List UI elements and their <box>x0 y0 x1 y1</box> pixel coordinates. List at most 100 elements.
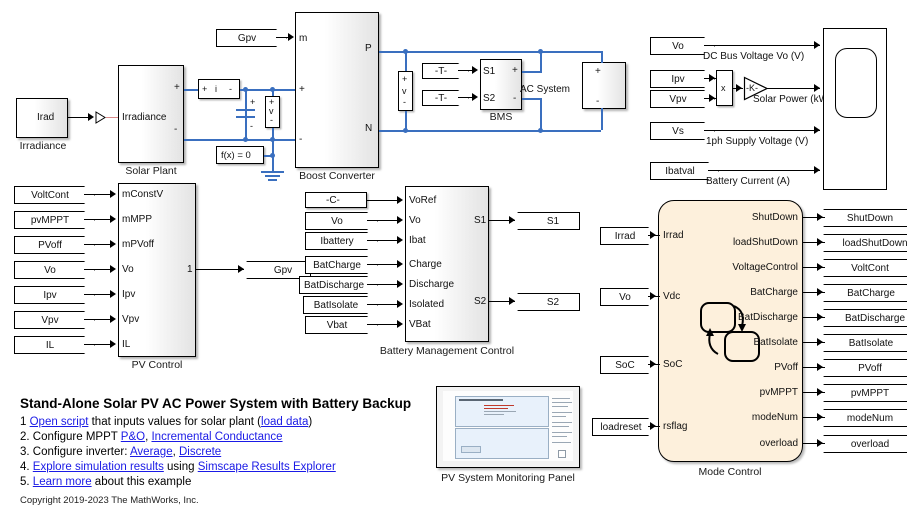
goto-tag-pvoff[interactable]: PVoff <box>823 359 907 377</box>
pv-control-port-ipv: Ipv <box>122 289 136 300</box>
boost-converter-plus-port: + <box>299 84 305 95</box>
arrow-vpv-prod <box>709 94 715 102</box>
from-tag-batcharge-bmc[interactable]: BatCharge <box>305 256 378 274</box>
annotation-step-4-link-simscape-results-explorer[interactable]: Simscape Results Explorer <box>198 461 336 473</box>
wire-batcharge-bmc <box>367 264 401 265</box>
bmc-out-port-s1: S1 <box>474 215 487 226</box>
annotation-step-3-link-discrete[interactable]: Discrete <box>179 446 221 458</box>
gain-block-label: -K- <box>746 83 758 93</box>
capacitor-plate-top[interactable] <box>236 109 255 112</box>
from-tag-il[interactable]: IL <box>14 336 95 354</box>
annotation-step-1: 1 Open script that inputs values for sol… <box>20 415 312 430</box>
scope-screen-icon <box>835 48 877 118</box>
ac-system-block[interactable] <box>582 62 626 109</box>
from-tag-vo-pvcontrol[interactable]: Vo <box>14 261 95 279</box>
arrow-ipv-prod <box>709 74 715 82</box>
from-tag-ipv-pvcontrol[interactable]: Ipv <box>14 286 95 304</box>
mode-port-irrad: Irrad <box>663 230 684 241</box>
from-tag-vbat[interactable]: Vbat <box>305 316 378 334</box>
wire-pvcontrol-out <box>196 269 244 270</box>
from-tag-bms-s2[interactable]: -T- <box>422 90 469 106</box>
arrow-loadreset-mode <box>650 422 656 430</box>
capacitor-plus-sign: + <box>250 97 256 107</box>
from-tag-gpv[interactable]: Gpv <box>216 29 287 47</box>
bmc-port-discharge: Discharge <box>409 279 455 290</box>
boost-converter-block[interactable] <box>295 12 379 168</box>
mode-port-soc: SoC <box>663 359 683 370</box>
goto-tag-modenum[interactable]: modeNum <box>823 409 907 427</box>
boost-converter-name: Boost Converter <box>299 170 375 182</box>
arrow-pvcontrol-out <box>238 265 244 273</box>
annotation-step-4-link-explore-results[interactable]: Explore simulation results <box>33 461 164 473</box>
capacitor-plate-bottom[interactable] <box>236 116 255 119</box>
wire-bms-minus-h <box>522 98 542 100</box>
goto-tag-voltcont[interactable]: VoltCont <box>823 259 907 277</box>
from-tag-ipv-monitor[interactable]: Ipv <box>650 70 715 88</box>
from-tag-vpv-pvcontrol[interactable]: Vpv <box>14 311 95 329</box>
annotation-step-5-link-learn-more[interactable]: Learn more <box>33 476 92 488</box>
irradiance-source-port-label: Irad <box>37 112 55 123</box>
from-tag-bms-s1[interactable]: -T- <box>422 63 469 79</box>
mode-out-port-shutdown: ShutDown <box>751 212 798 223</box>
annotation-step-1-number: 1 <box>20 416 27 428</box>
panel-thumb-line-1 <box>484 411 516 412</box>
ground-bar-3 <box>268 179 277 181</box>
goto-tag-s2[interactable]: S2 <box>517 293 580 311</box>
goto-tag-shutdown[interactable]: ShutDown <box>823 209 907 227</box>
boost-converter-n-port: N <box>365 123 373 134</box>
from-tag-voltcont[interactable]: VoltCont <box>14 186 95 204</box>
arrow-vo-monitor <box>814 41 820 49</box>
from-tag-ibattery[interactable]: Ibattery <box>305 232 378 250</box>
arrow-gain-scope <box>814 84 820 92</box>
from-tag-pvmppt[interactable]: pvMPPT <box>14 211 95 229</box>
annotation-step-2-link-po[interactable]: P&O <box>121 431 145 443</box>
annotation-step-2-text-a: Configure MPPT <box>32 431 121 443</box>
from-tag-pvoff[interactable]: PVoff <box>14 236 95 254</box>
panel-thumb-heading <box>459 399 503 401</box>
solar-plant-name: Solar Plant <box>125 165 177 177</box>
wire-plant-minus <box>184 139 295 141</box>
junction-bms-plus <box>538 49 543 54</box>
panel-thumb-side-3 <box>552 406 568 407</box>
from-tag-vpv-monitor[interactable]: Vpv <box>650 90 715 108</box>
boost-converter-minus-port: - <box>299 134 303 145</box>
from-tag-batdischarge-bmc[interactable]: BatDischarge <box>299 276 378 294</box>
goto-tag-overload[interactable]: overload <box>823 435 907 453</box>
goto-tag-loadshutdown[interactable]: loadShutDown <box>823 234 907 252</box>
annotation-step-1-link-load-data[interactable]: load data <box>261 416 308 428</box>
bms-minus-port: - <box>513 93 517 104</box>
panel-thumbnail-pane-bottom <box>455 428 549 459</box>
arrow-soc-mode <box>650 360 656 368</box>
arrow-bmc-s1-out <box>509 216 515 224</box>
wire-vo-monitor <box>704 45 820 46</box>
goto-tag-s1[interactable]: S1 <box>517 212 580 230</box>
ac-system-plus-port: + <box>595 66 601 77</box>
mode-out-port-batdischarge: BatDischarge <box>737 312 798 323</box>
goto-tag-batisolate[interactable]: BatIsolate <box>823 334 907 352</box>
goto-tag-batcharge[interactable]: BatCharge <box>823 284 907 302</box>
arrow-ipv-pvcontrol <box>110 290 116 298</box>
arrow-out-batcharge <box>817 288 823 296</box>
arrow-gpv-m <box>288 33 294 41</box>
goto-tag-batdischarge[interactable]: BatDischarge <box>823 309 907 327</box>
panel-thumb-side-10 <box>552 442 571 443</box>
annotation-step-4: 4. Explore simulation results using Sims… <box>20 460 336 475</box>
from-tag-loadreset[interactable]: loadreset <box>592 418 659 436</box>
annotation-step-5: 5. Learn more about this example <box>20 475 191 490</box>
pv-control-port-il: IL <box>122 339 131 350</box>
annotation-step-2-link-incremental-conductance[interactable]: Incremental Conductance <box>151 431 282 443</box>
from-tag-batisolate-bmc[interactable]: BatIsolate <box>303 296 378 314</box>
mode-out-port-overload: overload <box>759 438 798 449</box>
solver-configuration-label: f(x) = 0 <box>221 150 251 161</box>
junction-cap-top <box>243 87 248 92</box>
arrow-out-shutdown <box>817 213 823 221</box>
goto-tag-pvmppt[interactable]: pvMPPT <box>823 384 907 402</box>
supply-voltage-caption: 1ph Supply Voltage (V) <box>706 136 809 147</box>
current-sensor-minus: - <box>229 84 232 94</box>
annotation-step-3-link-average[interactable]: Average <box>130 446 173 458</box>
annotation-step-1-link-open-script[interactable]: Open script <box>30 416 89 428</box>
from-tag-vo-bmc[interactable]: Vo <box>305 212 378 230</box>
wire-batisolate-bmc <box>367 304 401 305</box>
annotation-step-2-number: 2. <box>20 431 30 443</box>
wire-ground <box>272 155 274 172</box>
